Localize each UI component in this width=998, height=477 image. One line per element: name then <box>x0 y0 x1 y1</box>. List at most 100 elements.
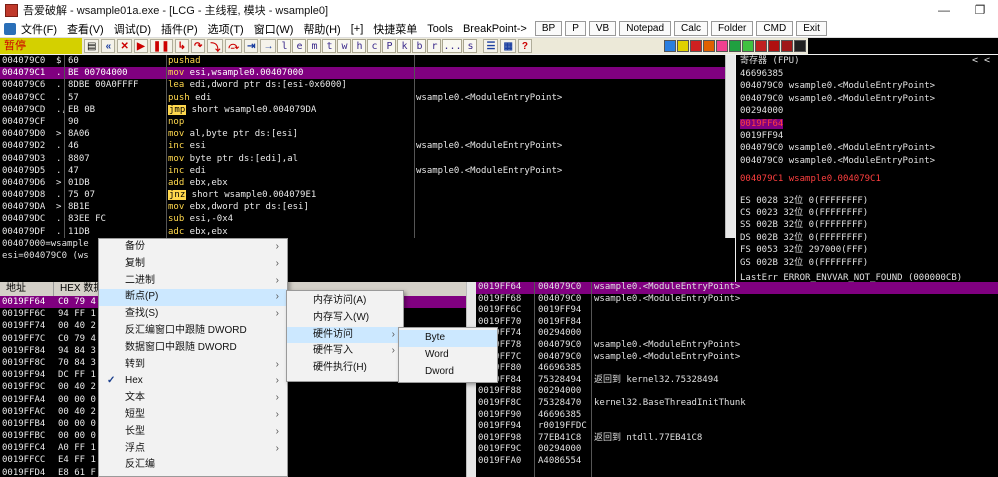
disasm-row[interactable]: 004079D2. 46 inc esi wsample0.<ModuleEntryP… <box>0 140 735 152</box>
context-menu-item[interactable]: 查找(S) › <box>99 306 287 323</box>
hardware-menu-item[interactable]: Word <box>399 347 497 364</box>
p-button[interactable]: P <box>565 21 586 36</box>
register-line[interactable]: 004079C0 wsample0.<ModuleEntryPoint> <box>740 143 935 153</box>
plugin-icon-3[interactable] <box>690 40 702 52</box>
modules-button[interactable]: e <box>292 39 307 53</box>
execute-till-return-icon[interactable]: ⇥ <box>244 39 259 53</box>
plugin-icon-10[interactable] <box>781 40 793 52</box>
register-line[interactable]: 0019FF94 <box>740 131 783 141</box>
register-line[interactable]: ES 0028 32位 0(FFFFFFFF) <box>740 193 868 206</box>
run-trace-button[interactable]: ... <box>442 39 463 53</box>
threads-button[interactable]: t <box>322 39 337 53</box>
exit-button[interactable]: Exit <box>796 21 827 36</box>
plugin-icon-1[interactable] <box>664 40 676 52</box>
close-icon[interactable]: ✕ <box>117 39 132 53</box>
breakpoint-menu-item[interactable]: 硬件执行(H) <box>287 360 403 377</box>
dump-col-address[interactable]: 地址 <box>0 282 54 296</box>
disasm-row[interactable]: 004079CF 90 nop <box>0 116 735 128</box>
context-menu-item[interactable]: ✓ Hex › <box>99 373 287 390</box>
menu-window[interactable]: 窗口(W) <box>249 21 299 37</box>
step-into-icon[interactable]: ↳ <box>174 39 189 53</box>
menu-debug[interactable]: 调试(D) <box>109 21 156 37</box>
context-menu-item[interactable]: 长型 › <box>99 424 287 441</box>
context-menu-item[interactable]: 备份 › <box>99 239 287 256</box>
hardware-menu-item[interactable]: Byte <box>399 330 497 347</box>
disasm-row[interactable]: 004079CD., EB 0B jmp short wsample0.004079… <box>0 104 735 116</box>
context-menu-item[interactable]: 转到 › <box>99 357 287 374</box>
memory-map-button[interactable]: m <box>307 39 322 53</box>
menu-view[interactable]: 查看(V) <box>62 21 109 37</box>
context-menu-item[interactable]: 文本 › <box>99 390 287 407</box>
context-menu-item[interactable]: 反汇编 <box>99 457 287 474</box>
disasm-row[interactable]: 004079D6 >01DB add ebx,ebx <box>0 177 735 189</box>
plugin-icon-8[interactable] <box>755 40 767 52</box>
plugin-icon-6[interactable] <box>729 40 741 52</box>
restore-button[interactable]: ❐ <box>962 0 998 20</box>
context-menu-item[interactable]: 浮点 › <box>99 441 287 458</box>
bp-button[interactable]: BP <box>534 21 563 36</box>
register-line[interactable]: 46696385 <box>740 69 783 79</box>
register-line[interactable]: 004079C1 wsample0.004079C1 <box>740 174 881 184</box>
stack-row[interactable]: 0019FF70 0019FF84 <box>476 317 998 329</box>
menu-plus[interactable]: [+] <box>346 23 369 35</box>
context-menu-item[interactable]: 短型 › <box>99 407 287 424</box>
menu-shortcut[interactable]: 快捷菜单 <box>368 21 422 37</box>
menu-breakpoint[interactable]: BreakPoint-> <box>458 23 532 35</box>
stack-row[interactable]: 0019FF64 004079C0 wsample0.<ModuleEntryPoi… <box>476 282 998 294</box>
stack-row[interactable]: 0019FF78 004079C0 wsample0.<ModuleEntryPoi… <box>476 340 998 352</box>
windows-button[interactable]: w <box>337 39 352 53</box>
stack-row[interactable]: 0019FF90 46696385 <box>476 410 998 422</box>
stack-row[interactable]: 0019FFA0 A4086554 <box>476 456 998 468</box>
register-line[interactable]: 004079C0 wsample0.<ModuleEntryPoint> <box>740 94 935 104</box>
goto-icon[interactable]: → <box>260 39 277 53</box>
stack-row[interactable]: 0019FF94 r0019FFDC <box>476 421 998 433</box>
register-line[interactable]: FS 0053 32位 297000(FFF) <box>740 242 868 255</box>
calc-button[interactable]: Calc <box>674 21 709 36</box>
plugin-icon-11[interactable] <box>794 40 806 52</box>
disasm-row[interactable]: 004079D3. 8807 mov byte ptr ds:[edi],al <box>0 153 735 165</box>
stack-row[interactable]: 0019FF7C 004079C0 wsample0.<ModuleEntryPoi… <box>476 352 998 364</box>
stack-pane[interactable]: 0019FF64 004079C0 wsample0.<ModuleEntryPoi… <box>476 282 998 477</box>
context-menu-item[interactable]: 二进制 › <box>99 273 287 290</box>
menu-tools[interactable]: Tools <box>422 23 458 35</box>
disassembly-pane[interactable]: 004079C0 $60 pushad 004079C1. BE 00704000 mov… <box>0 55 735 238</box>
stack-row[interactable]: 0019FF9C 00294000 <box>476 444 998 456</box>
disasm-row[interactable]: 004079DF. 11DB adc ebx,ebx <box>0 226 735 238</box>
references-button[interactable]: r <box>427 39 442 53</box>
disasm-row[interactable]: 004079D5. 47 inc edi wsample0.<ModuleEntryP… <box>0 165 735 177</box>
cmd-button[interactable]: CMD <box>756 21 794 36</box>
menu-help[interactable]: 帮助(H) <box>298 21 345 37</box>
plugin-icon-2[interactable] <box>677 40 689 52</box>
disasm-row[interactable]: 004079D8. 75 07 jnz short wsample0.004079E… <box>0 189 735 201</box>
register-line[interactable]: 00294000 <box>740 106 783 116</box>
menu-plugins[interactable]: 插件(P) <box>156 21 203 37</box>
grid-icon[interactable]: ▦ <box>500 39 516 53</box>
context-menu-item[interactable]: 断点(P) › <box>99 289 287 307</box>
disasm-row[interactable]: 004079DC. 83EE FC sub esi,-0x4 <box>0 213 735 225</box>
stack-row[interactable]: 0019FF68 004079C0 wsample0.<ModuleEntryPoi… <box>476 294 998 306</box>
plugin-icon-7[interactable] <box>742 40 754 52</box>
breakpoint-menu-item[interactable]: 硬件访问 › <box>287 326 403 344</box>
register-line[interactable]: 004079C0 wsample0.<ModuleEntryPoint> <box>740 156 935 166</box>
menu-file[interactable]: 文件(F) <box>16 21 62 37</box>
source-button[interactable]: s <box>463 39 478 53</box>
breakpoints-button[interactable]: b <box>412 39 427 53</box>
register-line[interactable]: SS 002B 32位 0(FFFFFFFF) <box>740 217 868 230</box>
minimize-button[interactable]: — <box>926 0 962 20</box>
stack-row[interactable]: 0019FF74 00294000 <box>476 328 998 340</box>
menu-options[interactable]: 选项(T) <box>203 21 249 37</box>
register-line[interactable]: GS 002B 32位 0(FFFFFFFF) <box>740 255 868 268</box>
breakpoint-menu-item[interactable]: 硬件写入 › <box>287 343 403 360</box>
disasm-row[interactable]: 004079C1. BE 00704000 mov esi,wsample0.004… <box>0 67 735 80</box>
call-stack-button[interactable]: k <box>397 39 412 53</box>
handles-button[interactable]: h <box>352 39 367 53</box>
help-icon[interactable]: ? <box>517 39 532 53</box>
stack-row[interactable]: 0019FF80 46696385 <box>476 363 998 375</box>
vb-button[interactable]: VB <box>588 21 617 36</box>
registers-nav-arrows[interactable]: < < <box>972 55 990 67</box>
disasm-row[interactable]: 004079DA >8B1E mov ebx,dword ptr ds:[esi] <box>0 201 735 213</box>
disassembly-scrollbar[interactable] <box>725 55 735 238</box>
step-over-icon[interactable]: ↷ <box>191 39 206 53</box>
notepad-button[interactable]: Notepad <box>619 21 672 36</box>
register-line[interactable]: DS 002B 32位 0(FFFFFFFF) <box>740 230 868 243</box>
